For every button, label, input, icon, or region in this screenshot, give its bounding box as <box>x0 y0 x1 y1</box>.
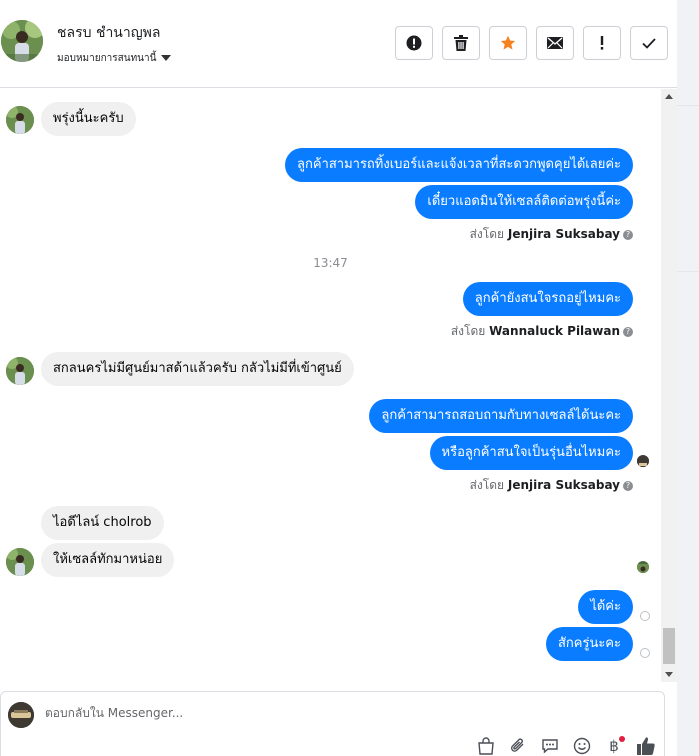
sent-by-name: Jenjira Suksabay <box>507 478 620 492</box>
alert-icon <box>406 35 422 51</box>
sent-by-prefix: ส่งโดย <box>450 324 486 338</box>
sent-by-name: Wannaluck Pilawan <box>489 324 620 338</box>
contact-avatar-small[interactable] <box>6 106 34 134</box>
message-bubble-outgoing[interactable]: สักครู่นะคะ <box>545 627 633 661</box>
inbox-conversation: ชลรบ ชำนาญพล มอบหมายการสนทนานี้ พรุ่งนี้… <box>0 0 699 756</box>
trash-icon <box>454 35 468 51</box>
shopping-bag-icon <box>478 737 494 755</box>
message-bubble-outgoing[interactable]: หรือลูกค้าสนใจเป็นรุ่นอื่นไหมคะ <box>429 436 633 470</box>
seen-avatar <box>637 561 649 573</box>
caret-down-icon <box>161 55 172 61</box>
help-icon[interactable]: ? <box>623 480 633 491</box>
star-button[interactable] <box>489 26 527 60</box>
scrollbar-thumb[interactable] <box>663 628 675 664</box>
message-bubble-outgoing[interactable]: ได้ค่ะ <box>578 590 633 624</box>
sent-by-label: ส่งโดย Jenjira Suksabay? <box>470 476 633 495</box>
star-icon <box>500 35 516 50</box>
follow-up-button[interactable] <box>583 26 621 60</box>
contact-avatar[interactable] <box>1 20 43 62</box>
message-list: พรุ่งนี้นะครับ ลูกค้าสามารถทิ้งเบอร์และแ… <box>0 89 661 682</box>
message-bubble-incoming[interactable]: ไอดีไลน์ cholrob <box>41 506 164 540</box>
scroll-down-arrow-icon[interactable] <box>665 672 673 677</box>
sent-by-label: ส่งโดย Jenjira Suksabay? <box>470 225 633 244</box>
divider <box>677 105 699 106</box>
like-icon <box>637 737 655 755</box>
side-panel-edge <box>677 0 699 756</box>
contact-avatar-small[interactable] <box>6 357 34 385</box>
delete-button[interactable] <box>442 26 480 60</box>
sent-by-prefix: ส่งโดย <box>469 478 505 492</box>
assign-conversation-dropdown[interactable]: มอบหมายการสนทนานี้ <box>57 51 172 66</box>
sent-by-name: Jenjira Suksabay <box>507 227 620 241</box>
reply-input[interactable] <box>45 706 625 720</box>
message-bubble-incoming[interactable]: พรุ่งนี้นะครับ <box>41 102 136 136</box>
attach-file-button[interactable] <box>507 736 529 756</box>
payment-button[interactable]: ฿ <box>603 736 625 756</box>
saved-replies-button[interactable] <box>539 736 561 756</box>
emoji-button[interactable] <box>571 736 593 756</box>
scroll-up-arrow-icon[interactable] <box>665 94 673 99</box>
mark-done-button[interactable] <box>630 26 668 60</box>
divider <box>677 271 699 272</box>
help-icon[interactable]: ? <box>623 229 633 240</box>
emoji-icon <box>573 737 591 755</box>
shopping-bag-button[interactable] <box>475 736 497 756</box>
mark-spam-button[interactable] <box>395 26 433 60</box>
mark-unread-button[interactable] <box>536 26 574 60</box>
sent-by-prefix: ส่งโดย <box>469 227 505 241</box>
message-scrollbar[interactable] <box>661 89 677 682</box>
composer-toolbar: ฿ <box>475 736 657 756</box>
sending-status-icon <box>640 611 650 621</box>
sending-status-icon <box>640 648 650 658</box>
sent-by-label: ส่งโดย Wannaluck Pilawan? <box>451 322 633 341</box>
like-button[interactable] <box>635 736 657 756</box>
exclamation-icon <box>600 36 604 50</box>
time-separator: 13:47 <box>313 256 348 270</box>
mail-icon <box>547 37 563 49</box>
message-bubble-outgoing[interactable]: ลูกค้ายังสนใจรถอยู่ไหมคะ <box>462 282 633 316</box>
header-actions <box>395 26 668 60</box>
message-bubble-incoming[interactable]: ให้เซลล์ทักมาหน่อย <box>41 543 175 577</box>
message-bubble-outgoing[interactable]: ลูกค้าสามารถสอบถามกับทางเซลล์ได้นะคะ <box>369 399 633 433</box>
reply-composer: ฿ <box>0 691 665 756</box>
check-icon <box>642 37 656 49</box>
message-bubble-incoming[interactable]: สกลนครไม่มีศูนย์มาสด้าแล้วครับ กลัวไม่มี… <box>41 352 354 386</box>
contact-avatar-small[interactable] <box>6 548 34 576</box>
help-icon[interactable]: ? <box>623 326 633 337</box>
message-bubble-outgoing[interactable]: เดี๋ยวแอดมินให้เซลล์ติดต่อพรุ่งนี้ค่ะ <box>415 185 633 219</box>
page-avatar <box>8 702 34 728</box>
attachment-icon <box>511 738 524 752</box>
baht-payment-icon: ฿ <box>609 737 619 755</box>
assign-label: มอบหมายการสนทนานี้ <box>57 53 157 64</box>
conversation-header: ชลรบ ชำนาญพล มอบหมายการสนทนานี้ <box>0 0 677 88</box>
saved-reply-icon <box>542 739 558 754</box>
message-bubble-outgoing[interactable]: ลูกค้าสามารถทิ้งเบอร์และแจ้งเวลาที่สะดวก… <box>285 148 633 182</box>
notification-dot <box>619 736 625 742</box>
seen-avatar <box>637 455 649 467</box>
contact-name[interactable]: ชลรบ ชำนาญพล <box>57 22 160 44</box>
